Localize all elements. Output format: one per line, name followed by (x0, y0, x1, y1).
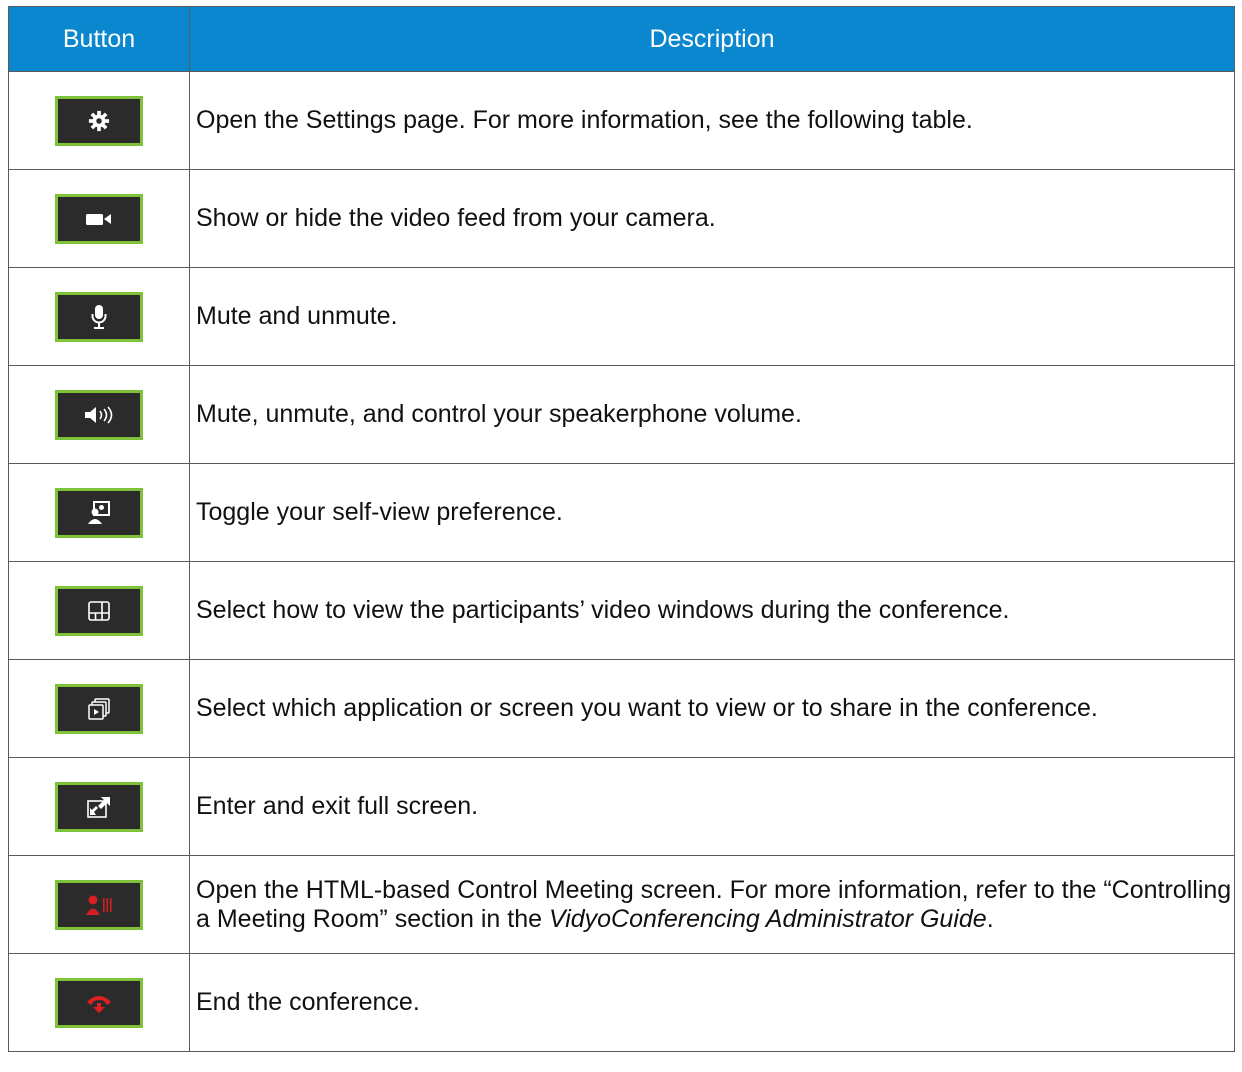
layout-grid-icon (88, 600, 110, 621)
control-meeting-icon (86, 895, 112, 915)
settings-button[interactable] (55, 95, 143, 146)
button-description-table: Button Description Open the Settings pag… (8, 6, 1235, 1052)
layout-button[interactable] (55, 585, 143, 636)
end-call-button[interactable] (55, 977, 143, 1028)
button-cell (8, 463, 190, 562)
speaker-button[interactable] (55, 389, 143, 440)
description-cell: Select which application or screen you w… (189, 659, 1235, 758)
microphone-button[interactable] (55, 291, 143, 342)
description-cell: Select how to view the participants’ vid… (189, 561, 1235, 660)
button-cell (8, 71, 190, 170)
table-row: Mute, unmute, and control your speakerph… (8, 365, 1235, 464)
button-cell (8, 659, 190, 758)
description-cell: Open the HTML-based Control Meeting scre… (189, 855, 1235, 954)
description-cell: Toggle your self-view preference. (189, 463, 1235, 562)
table-row: End the conference. (8, 953, 1235, 1052)
table-row: Open the HTML-based Control Meeting scre… (8, 855, 1235, 954)
description-cell: Show or hide the video feed from your ca… (189, 169, 1235, 268)
button-cell (8, 757, 190, 856)
description-text: . (986, 904, 994, 933)
share-windows-icon (88, 697, 110, 720)
button-cell (8, 365, 190, 464)
description-cell: Mute, unmute, and control your speakerph… (189, 365, 1235, 464)
button-cell (8, 267, 190, 366)
settings-gear-icon (88, 110, 110, 131)
table-row: Show or hide the video feed from your ca… (8, 169, 1235, 268)
fullscreen-icon (87, 796, 110, 818)
microphone-icon (91, 304, 107, 329)
camera-button[interactable] (55, 193, 143, 244)
share-button[interactable] (55, 683, 143, 734)
control-meeting-button[interactable] (55, 879, 143, 930)
description-cell: Open the Settings page. For more informa… (189, 71, 1235, 170)
button-cell (8, 855, 190, 954)
table-row: Toggle your self-view preference. (8, 463, 1235, 562)
self-view-icon (88, 500, 110, 524)
button-cell (8, 169, 190, 268)
button-column-header: Button (8, 6, 190, 72)
description-cell: Mute and unmute. (189, 267, 1235, 366)
fullscreen-button[interactable] (55, 781, 143, 832)
table-header-row: Button Description (8, 6, 1235, 72)
table-row: Select how to view the participants’ vid… (8, 561, 1235, 660)
table-row: Enter and exit full screen. (8, 757, 1235, 856)
guide-title: VidyoConferencing Administrator Guide (548, 904, 987, 933)
table-row: Open the Settings page. For more informa… (8, 71, 1235, 170)
description-cell: Enter and exit full screen. (189, 757, 1235, 856)
button-cell (8, 953, 190, 1052)
self-view-button[interactable] (55, 487, 143, 538)
description-column-header: Description (189, 6, 1235, 72)
table-row: Mute and unmute. (8, 267, 1235, 366)
table-row: Select which application or screen you w… (8, 659, 1235, 758)
description-cell: End the conference. (189, 953, 1235, 1052)
button-cell (8, 561, 190, 660)
speaker-icon (85, 405, 113, 424)
camera-icon (86, 213, 111, 225)
end-call-icon (87, 995, 111, 1013)
